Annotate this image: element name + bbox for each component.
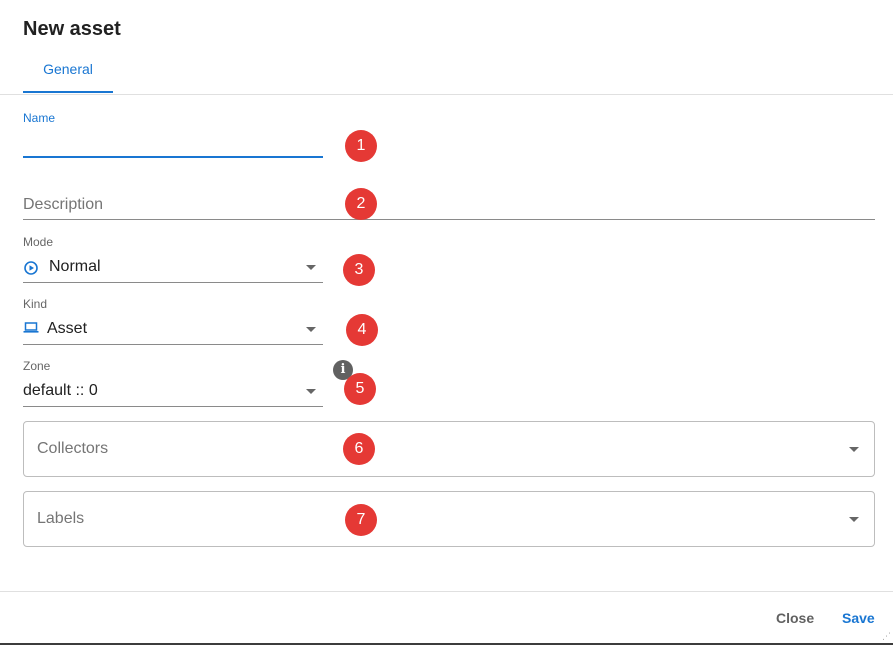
zone-value: default :: 0 (23, 382, 98, 399)
chevron-down-icon (849, 447, 859, 452)
collectors-select[interactable]: Collectors (23, 421, 875, 477)
new-asset-dialog: New asset General Name 1 Description 2 M… (0, 0, 893, 645)
name-underline (23, 156, 323, 158)
annotation-badge-6: 6 (343, 433, 375, 465)
kind-underline (23, 344, 323, 345)
mode-select[interactable]: Mode Normal (23, 234, 323, 284)
name-input[interactable] (23, 130, 323, 154)
save-button[interactable]: Save (842, 610, 875, 626)
kind-select[interactable]: Kind Asset (23, 296, 323, 346)
resize-handle-icon[interactable]: ⋰ (882, 631, 891, 642)
zone-underline (23, 406, 323, 407)
annotation-badge-7: 7 (345, 504, 377, 536)
collectors-placeholder: Collectors (37, 440, 109, 457)
description-field[interactable]: Description (23, 190, 875, 222)
kind-label: Kind (23, 297, 48, 311)
chevron-down-icon (306, 389, 316, 394)
laptop-icon (23, 322, 39, 333)
annotation-badge-3: 3 (343, 254, 375, 286)
annotation-badge-4: 4 (346, 314, 378, 346)
zone-label: Zone (23, 359, 51, 373)
description-underline (23, 219, 875, 220)
dialog-title: New asset (23, 18, 121, 40)
mode-value: Normal (49, 258, 101, 275)
chevron-down-icon (849, 517, 859, 522)
play-circle-icon (24, 261, 38, 275)
footer-divider (0, 591, 893, 592)
close-button[interactable]: Close (776, 610, 814, 626)
name-label: Name (23, 111, 56, 125)
tab-divider (0, 94, 893, 95)
description-placeholder: Description (23, 196, 104, 213)
zone-select[interactable]: Zone default :: 0 (23, 358, 323, 408)
labels-select[interactable]: Labels (23, 491, 875, 547)
annotation-badge-2: 2 (345, 188, 377, 220)
chevron-down-icon (306, 327, 316, 332)
labels-placeholder: Labels (37, 510, 85, 527)
kind-value: Asset (47, 320, 88, 337)
name-field[interactable]: Name (23, 110, 323, 160)
annotation-badge-5: 5 (344, 373, 376, 405)
tab-active-indicator (23, 91, 113, 93)
annotation-badge-1: 1 (345, 130, 377, 162)
mode-label: Mode (23, 235, 54, 249)
mode-underline (23, 282, 323, 283)
chevron-down-icon (306, 265, 316, 270)
tab-general[interactable]: General (23, 52, 113, 94)
